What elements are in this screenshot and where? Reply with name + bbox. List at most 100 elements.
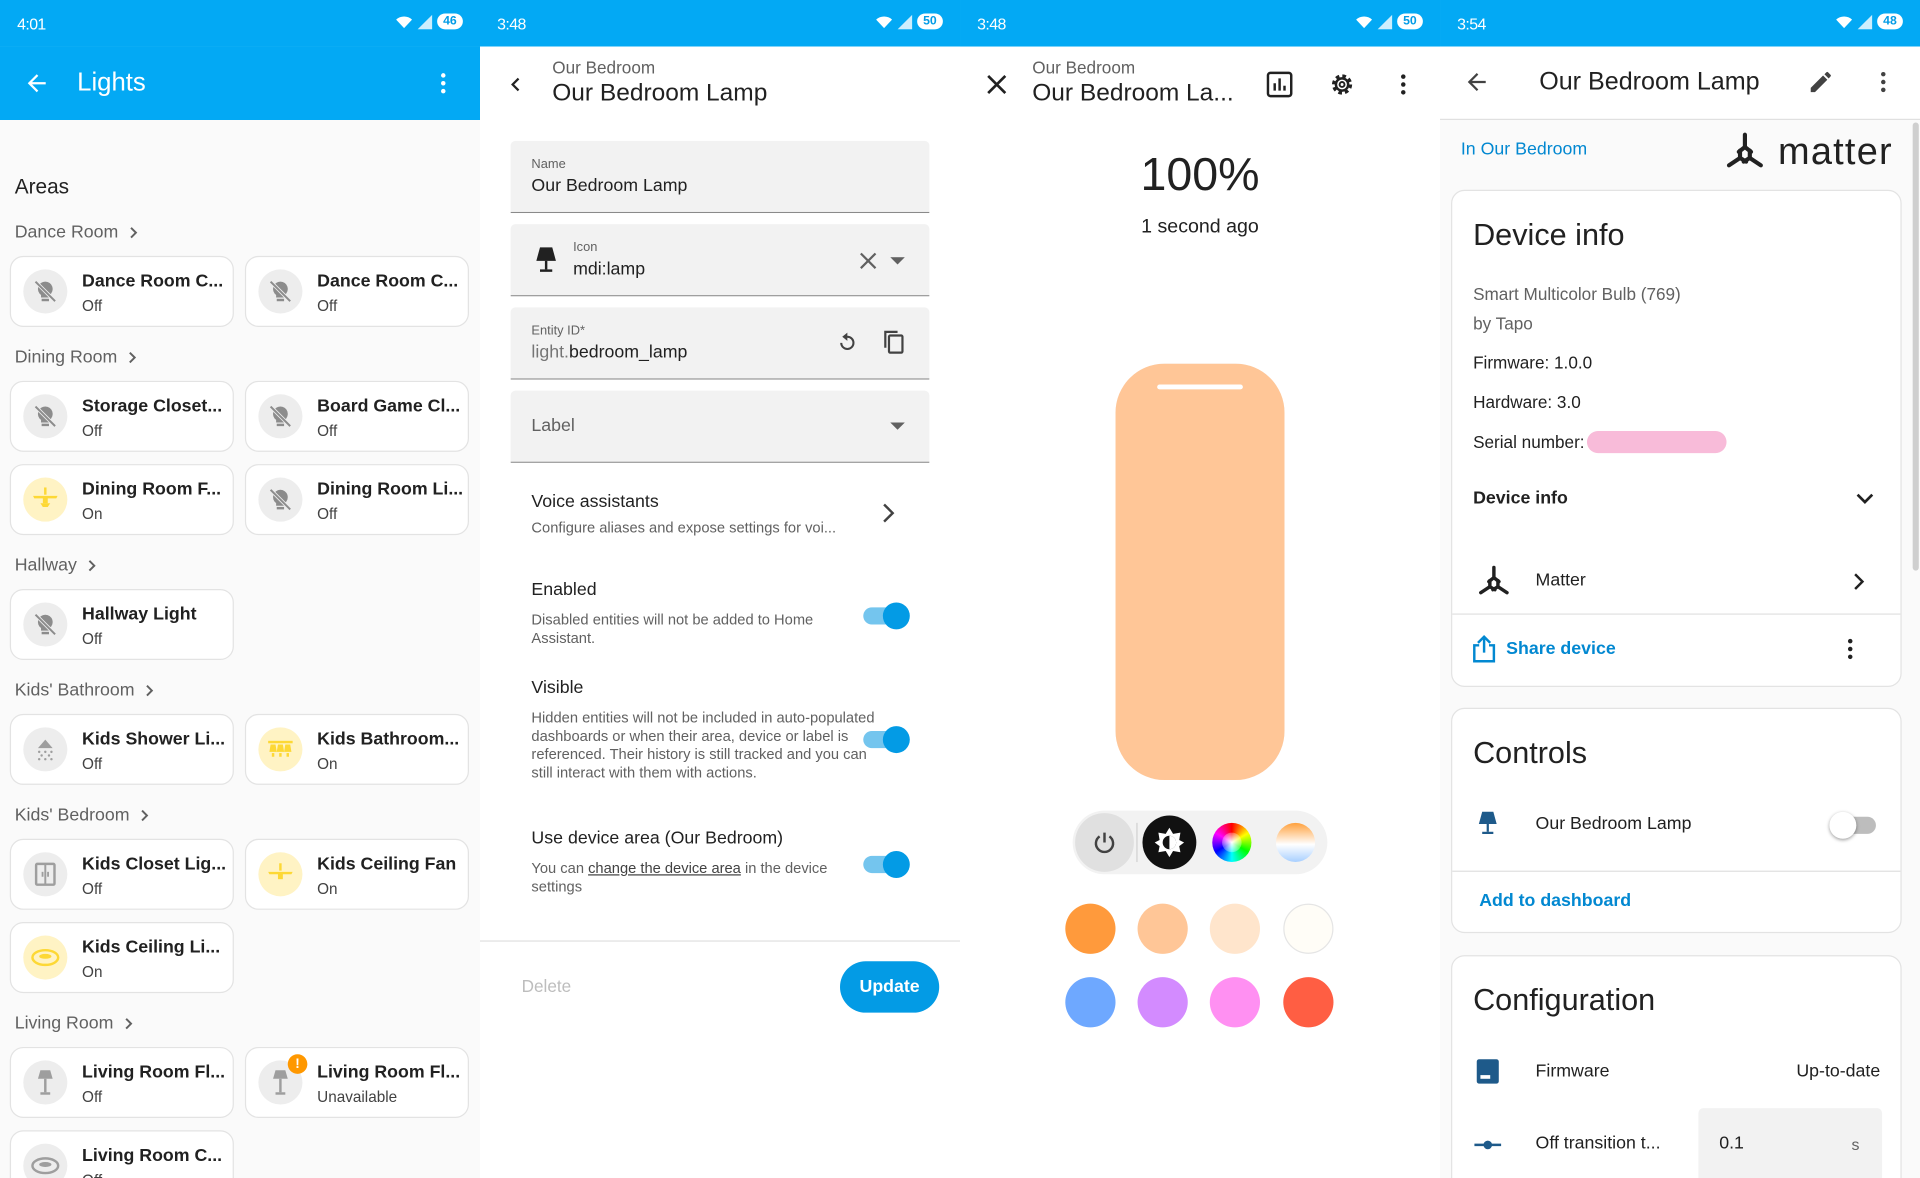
entity-card[interactable]: Board Game Cl... Off [244, 380, 469, 452]
wifi-icon [395, 15, 412, 28]
lightbulb-off-icon[interactable] [258, 394, 303, 439]
color-swatch[interactable] [1209, 977, 1261, 1028]
dropdown-arrow-icon[interactable] [890, 257, 905, 266]
restore-icon[interactable] [835, 331, 859, 355]
label-select[interactable]: Label [510, 390, 930, 463]
entity-card[interactable]: Living Room Fl... Off [9, 1046, 234, 1118]
close-icon[interactable] [984, 72, 1008, 96]
chevron-down-icon[interactable] [1855, 491, 1875, 506]
entity-card[interactable]: Dining Room Li... Off [244, 464, 469, 536]
color-swatch[interactable] [1065, 977, 1116, 1028]
entity-card[interactable]: Kids Bathroom... On [244, 713, 469, 785]
device-info-toggle[interactable]: Device info [1473, 489, 1568, 509]
settings-gear-icon[interactable] [1327, 70, 1356, 99]
brightness-value: 100% [1140, 149, 1260, 201]
history-chart-icon[interactable] [1266, 71, 1293, 98]
overflow-menu-icon[interactable] [429, 69, 458, 98]
area-heading[interactable]: Dance Room [15, 223, 141, 242]
entity-card[interactable]: Storage Closet... Off [9, 380, 234, 452]
area-heading[interactable]: Kids' Bedroom [15, 806, 152, 825]
back-arrow-icon[interactable] [1463, 69, 1490, 96]
slider-handle[interactable] [1157, 384, 1243, 390]
lightbulb-off-icon[interactable] [258, 477, 303, 522]
overflow-menu-icon[interactable] [1870, 69, 1897, 96]
floor-lamp-icon[interactable] [23, 1060, 68, 1105]
entity-card[interactable]: Kids Shower Li... Off [9, 713, 234, 785]
back-arrow-icon[interactable] [22, 69, 51, 98]
chevron-right-icon [129, 227, 137, 239]
copy-icon[interactable] [882, 329, 906, 356]
power-button[interactable] [1075, 813, 1134, 872]
entity-id-field[interactable]: Entity ID* light.bedroom_lamp [510, 307, 930, 380]
entity-card[interactable]: Kids Ceiling Fan On [244, 838, 469, 910]
divider [1452, 613, 1901, 615]
entity-card[interactable]: Dance Room C... Off [244, 255, 469, 327]
ceiling-light-icon[interactable] [23, 1143, 68, 1178]
color-swatch[interactable] [1283, 977, 1334, 1028]
area-heading[interactable]: Kids' Bathroom [15, 681, 157, 700]
delete-button[interactable]: Delete [522, 976, 572, 996]
firmware-label: Firmware [1535, 1061, 1610, 1082]
ceiling-fan-light-icon[interactable] [23, 477, 68, 522]
entity-card[interactable]: Hallway Light Off [9, 588, 234, 661]
chevron-right-icon [141, 809, 149, 822]
icon-field[interactable]: Icon mdi:lamp [510, 224, 930, 297]
use-device-area-toggle[interactable] [863, 851, 910, 878]
entity-card[interactable]: Dining Room F... On [9, 464, 234, 536]
color-temp-button[interactable] [1275, 822, 1316, 863]
entity-id-object: bedroom_lamp [568, 342, 688, 363]
edit-pencil-icon[interactable] [1807, 69, 1834, 96]
lightbulb-off-icon[interactable] [23, 602, 68, 647]
area-heading[interactable]: Living Room [14, 1013, 136, 1034]
overflow-menu-icon[interactable] [1837, 636, 1864, 663]
update-button[interactable]: Update [840, 961, 940, 1013]
area-heading[interactable]: Dining Room [15, 348, 140, 367]
entity-state: On [317, 755, 338, 773]
off-transition-input[interactable]: 0.1 s [1698, 1108, 1883, 1178]
entity-card[interactable]: Dance Room C... Off [9, 255, 234, 327]
entity-card[interactable]: Kids Closet Lig... Off [9, 838, 234, 910]
wifi-icon [1835, 15, 1852, 28]
visible-toggle[interactable] [863, 726, 910, 754]
color-swatch[interactable] [1283, 903, 1334, 954]
vanity-light-icon[interactable] [258, 727, 303, 772]
overflow-menu-icon[interactable] [1390, 71, 1417, 98]
area-heading[interactable]: Hallway [15, 556, 99, 576]
entity-card[interactable]: Living Room C... Off [9, 1130, 234, 1178]
dialog-title: Our Bedroom La... [1032, 79, 1234, 107]
lightbulb-off-icon[interactable] [258, 269, 303, 314]
change-device-area-link[interactable]: change the device area [588, 860, 741, 877]
ceiling-fan-icon[interactable] [258, 852, 303, 897]
scrollbar[interactable] [1912, 122, 1919, 571]
color-swatch[interactable] [1209, 903, 1261, 954]
brightness-mode-button[interactable] [1142, 815, 1197, 870]
add-to-dashboard-button[interactable]: Add to dashboard [1479, 891, 1631, 911]
lamp-icon [1478, 811, 1497, 834]
brightness-slider[interactable] [1115, 363, 1285, 781]
lamp-toggle[interactable] [1829, 811, 1876, 839]
share-device-button[interactable]: Share device [1472, 634, 1616, 663]
name-field[interactable]: Name Our Bedroom Lamp [510, 140, 930, 214]
color-swatch[interactable] [1065, 903, 1116, 954]
ceiling-light-icon[interactable] [23, 935, 68, 980]
color-swatch[interactable] [1137, 903, 1188, 954]
integration-row[interactable]: Matter [1452, 546, 1900, 615]
name-field-value: Our Bedroom Lamp [531, 176, 688, 196]
shower-light-icon[interactable] [23, 727, 68, 772]
icon-field-value: mdi:lamp [573, 259, 646, 280]
lightbulb-off-icon[interactable] [23, 394, 68, 439]
entity-card[interactable]: ! Living Room Fl... Unavailable [244, 1046, 469, 1118]
voice-assistants-row[interactable]: Voice assistants Configure aliases and e… [531, 490, 923, 544]
back-chevron-icon[interactable] [502, 71, 529, 98]
color-wheel-button[interactable] [1212, 822, 1252, 863]
closet-icon[interactable] [23, 852, 68, 897]
area-link[interactable]: In Our Bedroom [1461, 140, 1587, 160]
clear-icon[interactable] [858, 251, 878, 271]
lightbulb-off-icon[interactable] [23, 269, 68, 314]
area-name: Living Room [14, 1013, 114, 1034]
integration-name: Matter [1535, 570, 1586, 591]
configuration-card: Configuration Firmware Up-to-date Off tr… [1451, 955, 1902, 1178]
color-swatch[interactable] [1137, 977, 1188, 1028]
enabled-toggle[interactable] [863, 602, 910, 630]
entity-card[interactable]: Kids Ceiling Li... On [9, 922, 234, 994]
